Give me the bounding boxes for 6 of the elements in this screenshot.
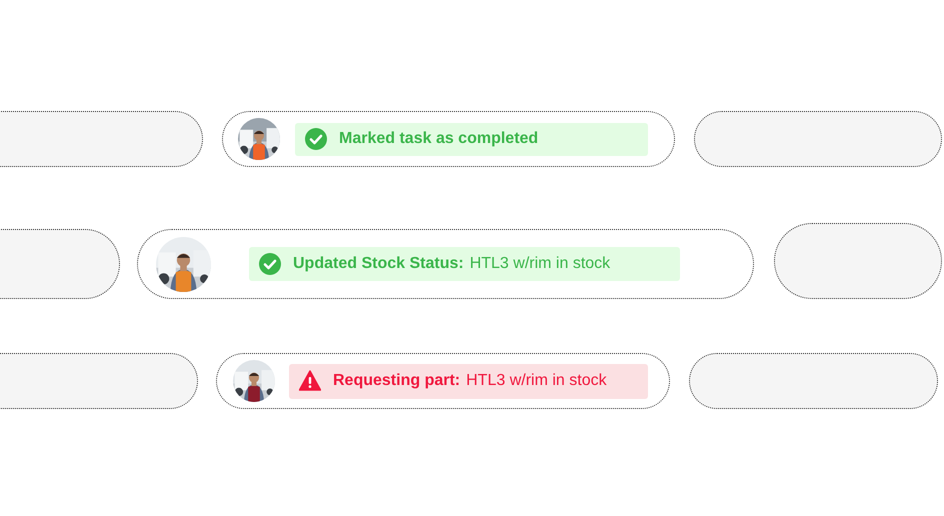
- check-circle-icon: [305, 128, 327, 150]
- status-message: Requesting part: HTL3 w/rim in stock: [333, 372, 607, 390]
- status-message: Updated Stock Status: HTL3 w/rim in stock: [293, 255, 610, 273]
- warning-icon: [299, 370, 321, 392]
- check-circle-icon: [259, 253, 281, 275]
- status-message: Marked task as completed: [339, 130, 540, 148]
